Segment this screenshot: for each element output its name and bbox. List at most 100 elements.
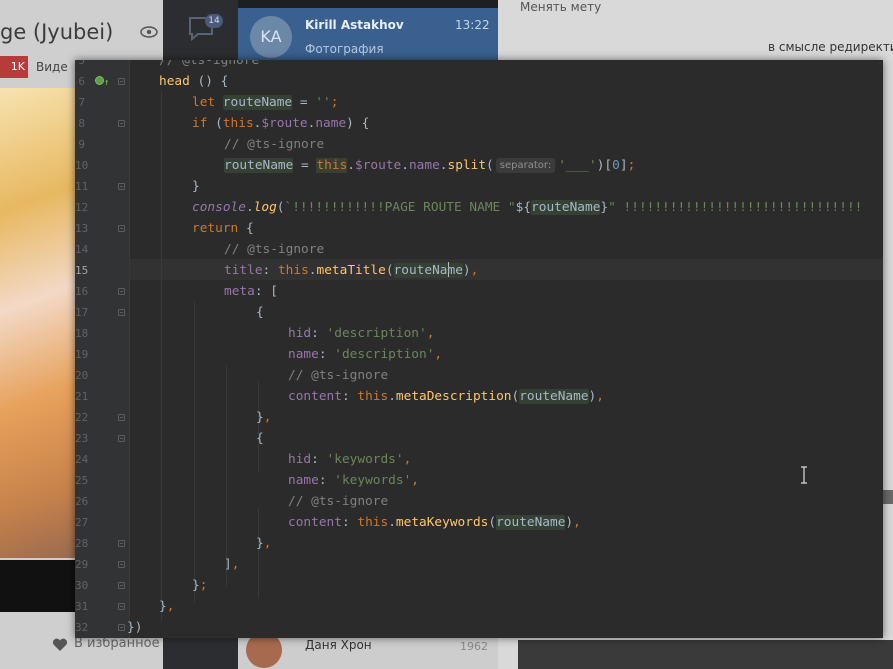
code-line[interactable]: 30}; (75, 575, 883, 596)
code-text[interactable]: // @ts-ignore (224, 239, 324, 260)
code-text[interactable]: }, (159, 596, 174, 617)
code-text[interactable]: meta: [ (224, 281, 278, 302)
code-line[interactable]: 22}, (75, 407, 883, 428)
code-text[interactable]: title: this.metaTitle(routeName), (224, 260, 478, 281)
code-editor-window[interactable]: 5// @ts-ignore 6 ↑ head () {7 let routeName … (75, 60, 883, 638)
code-token: ] (224, 557, 232, 572)
code-line[interactable]: 13 return { (75, 218, 883, 239)
code-token: return (192, 221, 246, 236)
code-text[interactable]: // @ts-ignore (224, 134, 324, 155)
code-text[interactable]: { (256, 428, 264, 449)
code-text[interactable]: name: 'keywords', (288, 470, 419, 491)
code-line[interactable]: 29], (75, 554, 883, 575)
code-text[interactable]: }) (127, 617, 142, 638)
code-token: $route (261, 116, 308, 131)
code-token: name (315, 116, 347, 131)
code-line[interactable]: 28}, (75, 533, 883, 554)
code-line[interactable]: 25 name: 'keywords', (75, 470, 883, 491)
code-text[interactable]: content: this.metaDescription(routeName)… (288, 386, 604, 407)
fold-toggle-icon[interactable] (118, 435, 125, 442)
fold-toggle-icon[interactable] (118, 309, 125, 316)
code-line[interactable]: 12 console.log(`!!!!!!!!!!!!PAGE ROUTE NA… (75, 197, 883, 218)
code-line[interactable]: 15 title: this.metaTitle(routeName), (75, 260, 883, 281)
code-token: '' (315, 95, 331, 110)
chat-message-text: в смысле редиректи (768, 40, 893, 54)
code-text[interactable]: hid: 'keywords', (288, 449, 411, 470)
line-number: 22 (75, 411, 89, 424)
message-sender-name: Kirill Astakhov (305, 18, 404, 32)
fold-toggle-icon[interactable] (118, 582, 125, 589)
favorites-link[interactable]: В избранное (54, 636, 160, 651)
code-line[interactable]: 32}) (75, 617, 883, 638)
code-text[interactable]: let routeName = ''; (192, 92, 338, 113)
code-line[interactable]: 6 ↑ head () { (75, 71, 883, 92)
code-token: : (311, 452, 327, 467)
code-text[interactable]: return { (192, 218, 254, 239)
code-line[interactable]: 5 // @ts-ignore (75, 60, 883, 71)
fold-toggle-icon[interactable] (118, 414, 125, 421)
code-token: name (288, 473, 319, 488)
code-text[interactable]: }, (256, 533, 271, 554)
code-text[interactable]: // @ts-ignore (288, 365, 388, 386)
fold-toggle-icon[interactable] (118, 561, 125, 568)
code-line[interactable]: 24 hid: 'keywords', (75, 449, 883, 470)
code-line[interactable]: 23 { (75, 428, 883, 449)
code-text[interactable]: if (this.$route.name) { (192, 113, 369, 134)
code-text[interactable]: }, (256, 407, 271, 428)
code-line[interactable]: 20 // @ts-ignore (75, 365, 883, 386)
code-text[interactable]: hid: 'description', (288, 323, 434, 344)
code-line[interactable]: 31}, (75, 596, 883, 617)
code-line[interactable]: 10 routeName = this.$route.name.split(sep… (75, 155, 883, 176)
code-text[interactable]: }; (192, 575, 207, 596)
code-line[interactable]: 8 if (this.$route.name) { (75, 113, 883, 134)
code-line[interactable]: 27 content: this.metaKeywords(routeName), (75, 512, 883, 533)
code-line[interactable]: 17 { (75, 302, 883, 323)
code-token: ${ (515, 200, 532, 215)
code-line[interactable]: 14 // @ts-ignore (75, 239, 883, 260)
implements-method-icon[interactable] (95, 76, 104, 85)
code-text[interactable]: } (192, 176, 200, 197)
code-line[interactable]: 21 content: this.metaDescription(routeNam… (75, 386, 883, 407)
code-text[interactable]: console.log(`!!!!!!!!!!!!PAGE ROUTE NAME… (192, 197, 862, 218)
fold-toggle-icon[interactable] (118, 183, 125, 190)
code-text[interactable]: head () { (159, 71, 228, 92)
background-artwork (0, 88, 78, 558)
code-token: head (159, 74, 190, 89)
code-line[interactable]: 9 // @ts-ignore (75, 134, 883, 155)
code-token: ) (462, 263, 471, 278)
line-number: 28 (75, 537, 89, 550)
contact-number: 1962 (460, 640, 488, 653)
code-text[interactable]: routeName = this.$route.name.split(separ… (224, 155, 635, 176)
code-text[interactable]: { (256, 302, 264, 323)
line-number: 25 (75, 474, 89, 487)
code-line[interactable]: 26 // @ts-ignore (75, 491, 883, 512)
code-token: this (277, 263, 309, 278)
code-line[interactable]: 11} (75, 176, 883, 197)
line-number: 27 (75, 516, 89, 529)
code-line[interactable]: 19 name: 'description', (75, 344, 883, 365)
code-text[interactable]: // @ts-ignore (159, 60, 259, 71)
code-token: : (318, 347, 335, 362)
code-token: ) (565, 515, 574, 530)
code-line[interactable]: 16 meta: [ (75, 281, 883, 302)
code-text[interactable]: // @ts-ignore (288, 491, 388, 512)
fold-toggle-icon[interactable] (118, 603, 125, 610)
code-text[interactable]: name: 'description', (288, 344, 442, 365)
fold-toggle-icon[interactable] (118, 78, 125, 85)
code-text[interactable]: content: this.metaKeywords(routeName), (288, 512, 581, 533)
code-line[interactable]: 18 hid: 'description', (75, 323, 883, 344)
fold-toggle-icon[interactable] (118, 540, 125, 547)
line-number: 24 (75, 453, 89, 466)
code-token: ] (619, 158, 628, 173)
code-token: , (573, 515, 581, 530)
code-comment: // @ts-ignore (159, 60, 260, 68)
fold-toggle-icon[interactable] (118, 624, 125, 631)
code-token: ( (486, 158, 494, 173)
code-text[interactable]: ], (224, 554, 239, 575)
background-badge: 1K (0, 56, 28, 78)
fold-toggle-icon[interactable] (118, 225, 125, 232)
fold-toggle-icon[interactable] (118, 120, 125, 127)
fold-toggle-icon[interactable] (118, 288, 125, 295)
code-line[interactable]: 7 let routeName = ''; (75, 92, 883, 113)
code-comment: // @ts-ignore (288, 368, 389, 383)
